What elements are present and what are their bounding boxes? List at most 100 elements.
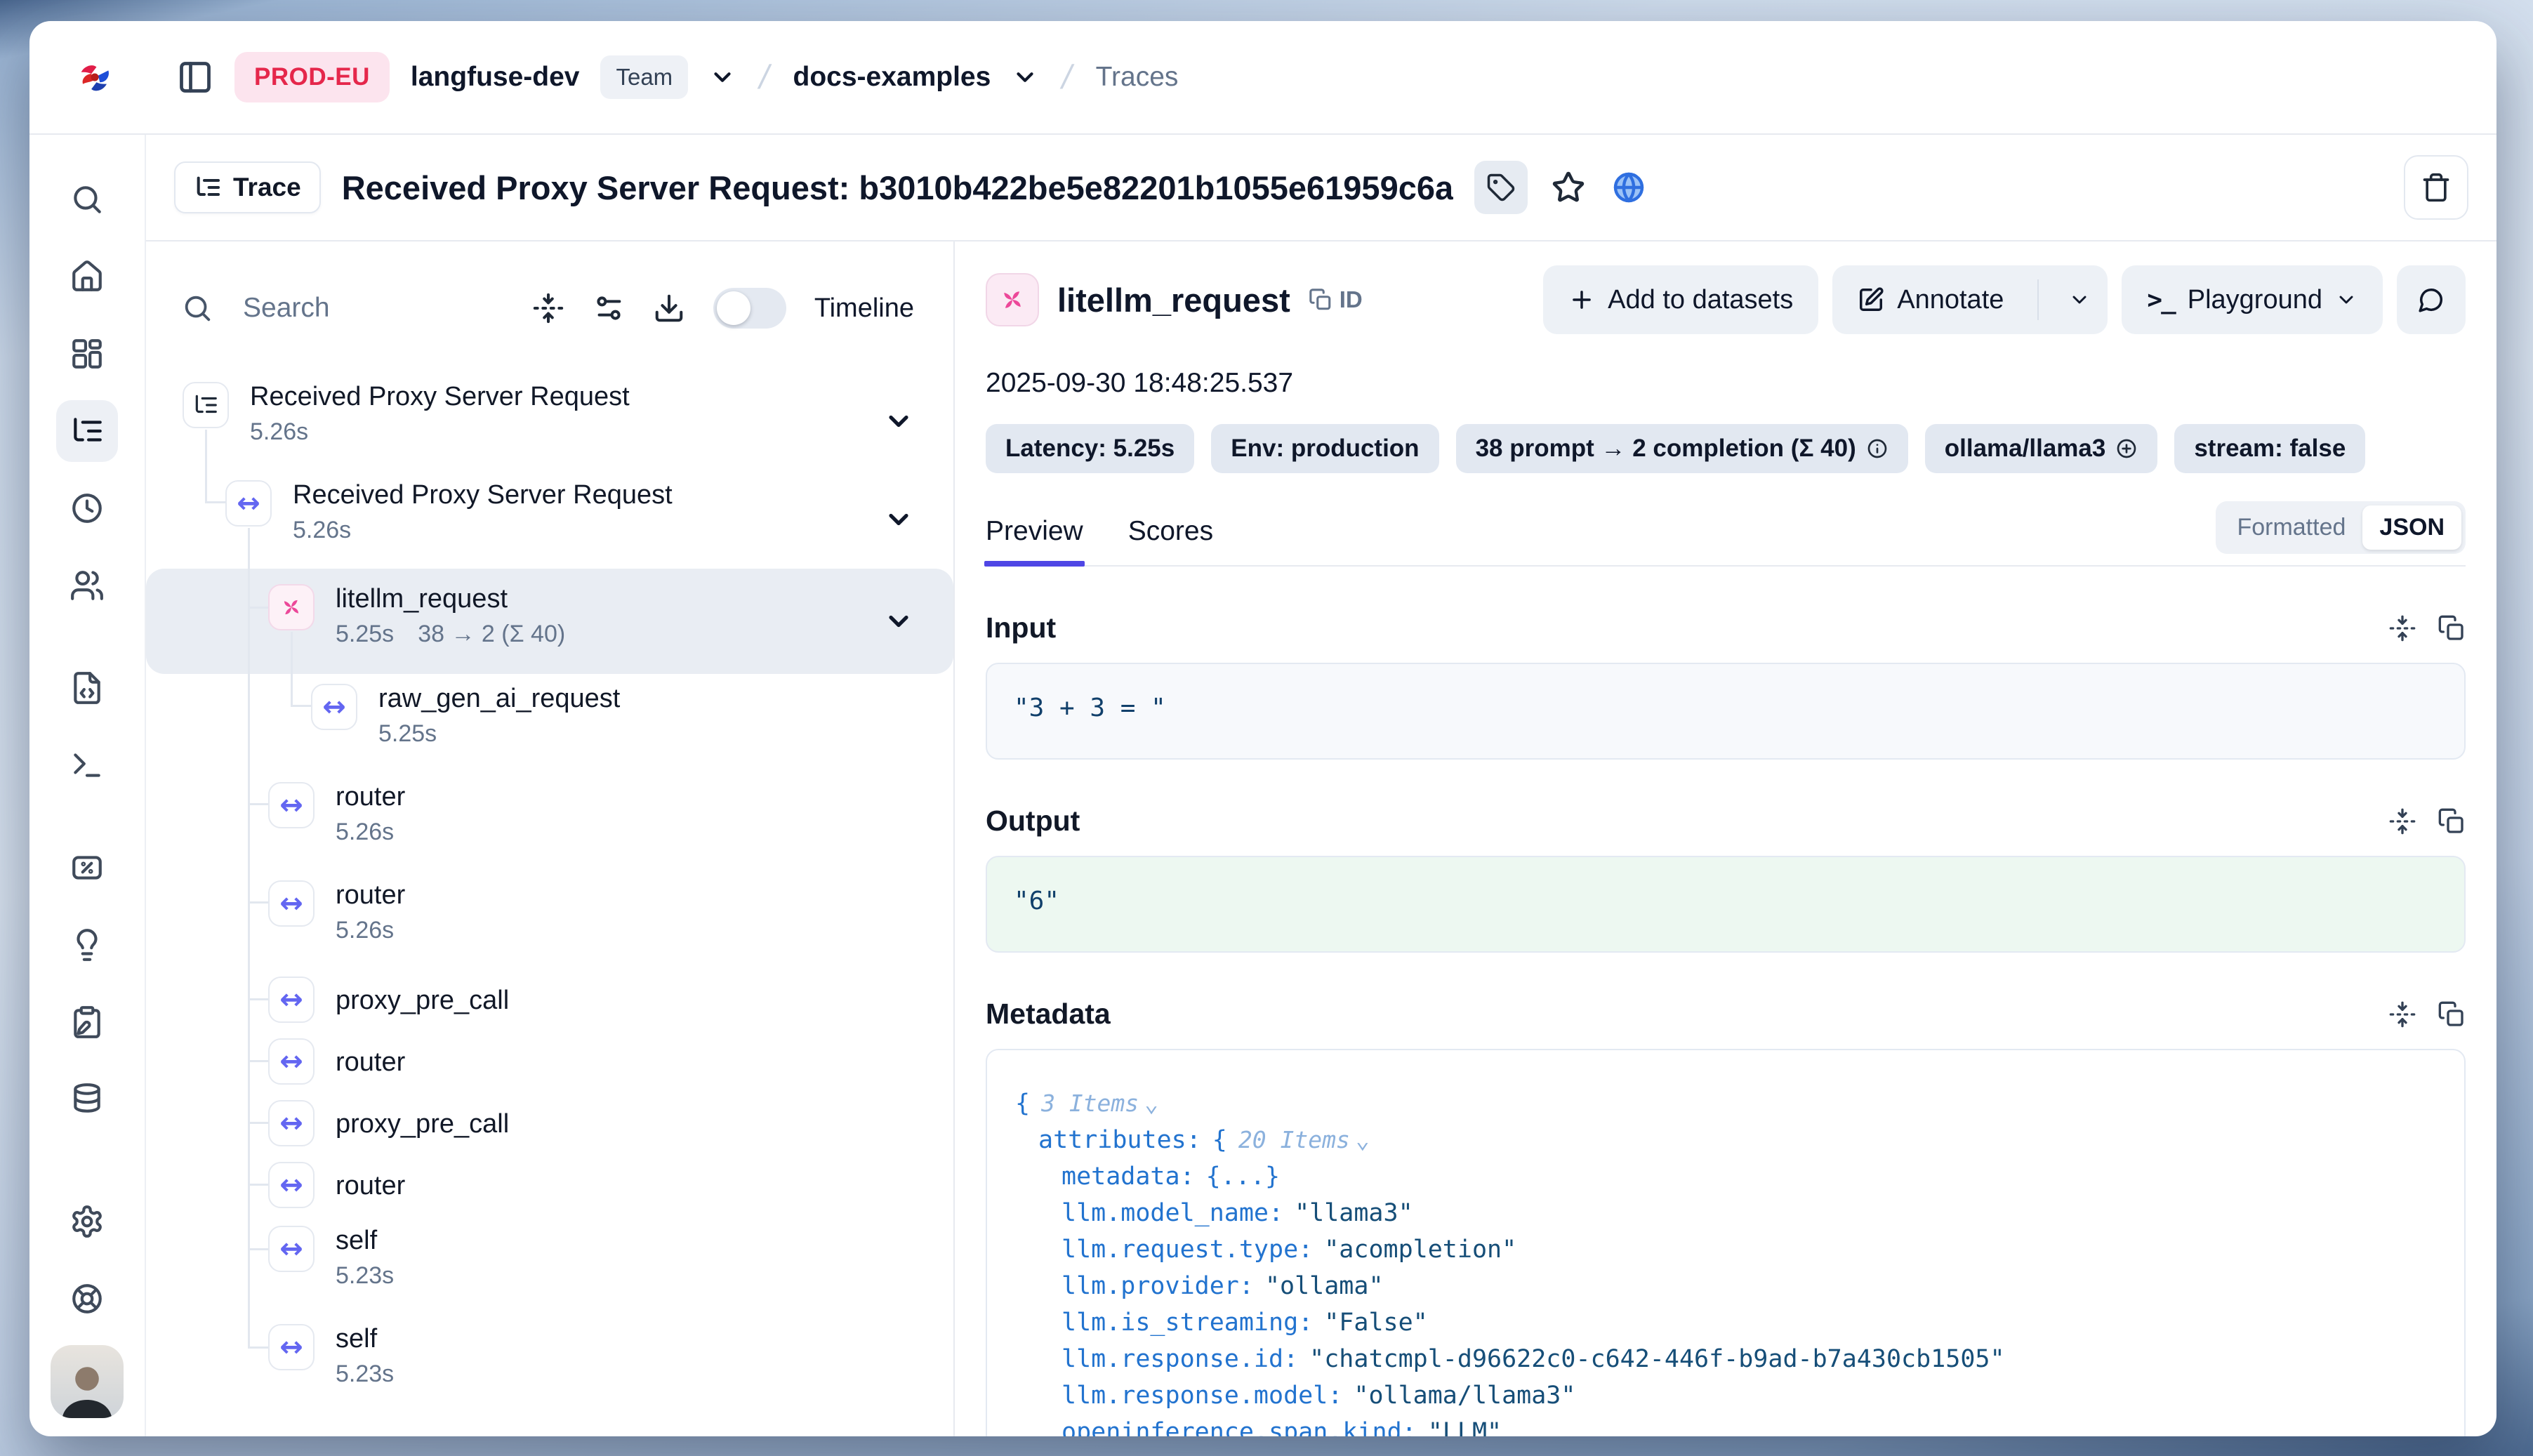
annotate-button[interactable]: Annotate bbox=[1832, 265, 2025, 334]
metadata-json-viewer[interactable]: {3 Items⌄ attributes:{20 Items⌄ metadata… bbox=[986, 1049, 2466, 1436]
filter-sliders-icon[interactable] bbox=[593, 292, 625, 324]
metadata-section-header: Metadata bbox=[986, 998, 2466, 1031]
download-icon[interactable] bbox=[653, 292, 685, 324]
suggestions-lightbulb-icon[interactable] bbox=[56, 914, 118, 976]
search-icon[interactable] bbox=[56, 168, 118, 230]
detail-scroll-area[interactable]: Input "3 + 3 = " Output bbox=[986, 567, 2466, 1436]
dashboard-icon[interactable] bbox=[56, 323, 118, 385]
tag-icon[interactable] bbox=[1474, 161, 1528, 214]
chevron-down-icon[interactable] bbox=[883, 504, 914, 535]
span-node-icon: ↔ bbox=[268, 1162, 315, 1208]
json-line: llm.is_streaming:"False" bbox=[1015, 1304, 2436, 1341]
tab-scores[interactable]: Scores bbox=[1128, 516, 1213, 565]
annotate-dropdown-chevron-icon[interactable] bbox=[2051, 265, 2108, 334]
breadcrumb-section[interactable]: Traces bbox=[1096, 62, 1179, 93]
node-duration: 5.23s bbox=[336, 1262, 394, 1290]
datasets-database-icon[interactable] bbox=[56, 1068, 118, 1130]
trace-node-icon bbox=[183, 382, 229, 428]
delete-trace-button[interactable] bbox=[2404, 155, 2468, 220]
bookmark-star-icon[interactable] bbox=[1549, 168, 1588, 207]
tracing-icon[interactable] bbox=[56, 400, 118, 462]
home-icon[interactable] bbox=[56, 246, 118, 307]
latency-badge: Latency: 5.25s bbox=[986, 424, 1194, 473]
tree-node[interactable]: Received Proxy Server Request 5.26s bbox=[146, 372, 953, 470]
plus-circle-icon bbox=[2115, 437, 2138, 460]
json-line[interactable]: attributes:{20 Items⌄ bbox=[1015, 1122, 2436, 1158]
view-mode-toggle: Formatted JSON bbox=[2216, 501, 2466, 554]
add-to-datasets-button[interactable]: Add to datasets bbox=[1543, 265, 1818, 334]
comment-bubble-icon bbox=[2418, 286, 2445, 313]
tree-node[interactable]: ↔ Received Proxy Server Request 5.26s bbox=[146, 470, 953, 569]
playground-terminal-icon[interactable] bbox=[56, 734, 118, 796]
detail-header: litellm_request ID Add to datasets bbox=[986, 265, 2466, 334]
timeline-toggle[interactable] bbox=[713, 288, 786, 329]
tree-node-selected[interactable]: litellm_request 5.25s 38 → 2 (Σ 40) bbox=[146, 569, 953, 674]
span-node-icon: ↔ bbox=[311, 684, 357, 730]
support-lifebuoy-icon[interactable] bbox=[56, 1268, 118, 1330]
copy-icon[interactable] bbox=[2438, 614, 2466, 642]
copy-icon[interactable] bbox=[2438, 807, 2466, 835]
info-icon bbox=[1866, 437, 1889, 460]
stream-badge: stream: false bbox=[2174, 424, 2365, 473]
copy-icon[interactable] bbox=[2438, 1000, 2466, 1028]
project-name[interactable]: docs-examples bbox=[793, 62, 991, 93]
tab-preview[interactable]: Preview bbox=[986, 516, 1083, 565]
scores-percent-icon[interactable] bbox=[56, 837, 118, 899]
tree-node[interactable]: ↔ router 5.26s bbox=[146, 871, 953, 969]
org-switcher-chevron-icon[interactable] bbox=[709, 64, 736, 91]
settings-gear-icon[interactable] bbox=[56, 1191, 118, 1252]
chevron-down-icon[interactable] bbox=[883, 406, 914, 437]
json-line[interactable]: {3 Items⌄ bbox=[1015, 1085, 2436, 1122]
node-duration: 5.25s bbox=[378, 720, 437, 748]
annotation-queues-icon[interactable] bbox=[56, 991, 118, 1053]
public-globe-icon[interactable] bbox=[1609, 168, 1648, 207]
prompts-file-icon[interactable] bbox=[56, 657, 118, 719]
view-json-option[interactable]: JSON bbox=[2362, 505, 2461, 550]
json-line: llm.model_name:"llama3" bbox=[1015, 1195, 2436, 1231]
span-node-icon: ↔ bbox=[268, 1038, 315, 1085]
json-line[interactable]: metadata:{...} bbox=[1015, 1158, 2436, 1195]
sidebar-toggle-icon[interactable] bbox=[177, 59, 213, 95]
tree-node[interactable]: ↔ proxy_pre_call bbox=[146, 1092, 953, 1154]
output-section-header: Output bbox=[986, 805, 2466, 838]
tree-node[interactable]: ↔ router bbox=[146, 1154, 953, 1216]
token-usage-badge[interactable]: 38 prompt → 2 completion (Σ 40) bbox=[1456, 424, 1908, 473]
comments-button[interactable] bbox=[2397, 265, 2466, 334]
breadcrumb-separator: / bbox=[753, 58, 776, 97]
project-switcher-chevron-icon[interactable] bbox=[1012, 64, 1038, 91]
trash-icon bbox=[2421, 172, 2452, 203]
pen-square-icon bbox=[1858, 286, 1884, 313]
tree-node[interactable]: ↔ self 5.23s bbox=[146, 1216, 953, 1314]
chevron-down-icon[interactable] bbox=[883, 606, 914, 637]
env-badge: Env: production bbox=[1211, 424, 1439, 473]
breadcrumb-separator: / bbox=[1055, 58, 1078, 97]
org-name[interactable]: langfuse-dev bbox=[411, 62, 580, 93]
collapse-section-icon[interactable] bbox=[2388, 614, 2416, 642]
node-duration: 5.26s bbox=[293, 517, 351, 544]
tree-node[interactable]: ↔ router 5.26s bbox=[146, 772, 953, 871]
trace-title: Received Proxy Server Request: b3010b422… bbox=[342, 168, 1453, 207]
tree-node[interactable]: ↔ proxy_pre_call bbox=[146, 969, 953, 1031]
search-input[interactable] bbox=[242, 292, 504, 324]
tree-node[interactable]: ↔ router bbox=[146, 1031, 953, 1092]
copy-id-button[interactable]: ID bbox=[1309, 286, 1363, 313]
trace-type-label: Trace bbox=[233, 173, 301, 202]
top-nav: PROD-EU langfuse-dev Team / docs-example… bbox=[29, 21, 2496, 135]
collapse-section-icon[interactable] bbox=[2388, 807, 2416, 835]
users-icon[interactable] bbox=[56, 555, 118, 616]
copy-icon bbox=[1309, 288, 1332, 312]
sessions-clock-icon[interactable] bbox=[56, 477, 118, 539]
collapse-section-icon[interactable] bbox=[2388, 1000, 2416, 1028]
user-avatar[interactable] bbox=[51, 1345, 124, 1418]
collapse-all-icon[interactable] bbox=[532, 292, 564, 324]
node-duration: 5.23s bbox=[336, 1361, 394, 1388]
model-badge[interactable]: ollama/llama3 bbox=[1925, 424, 2158, 473]
span-node-icon: ↔ bbox=[268, 782, 315, 828]
input-content: "3 + 3 = " bbox=[986, 663, 2466, 760]
view-formatted-option[interactable]: Formatted bbox=[2220, 505, 2362, 550]
playground-button[interactable]: >_ Playground bbox=[2122, 265, 2383, 334]
span-node-icon: ↔ bbox=[268, 977, 315, 1023]
tree-node[interactable]: ↔ self 5.23s bbox=[146, 1314, 953, 1412]
tree-node[interactable]: ↔ raw_gen_ai_request 5.25s bbox=[146, 674, 953, 772]
span-node-icon: ↔ bbox=[268, 1226, 315, 1272]
